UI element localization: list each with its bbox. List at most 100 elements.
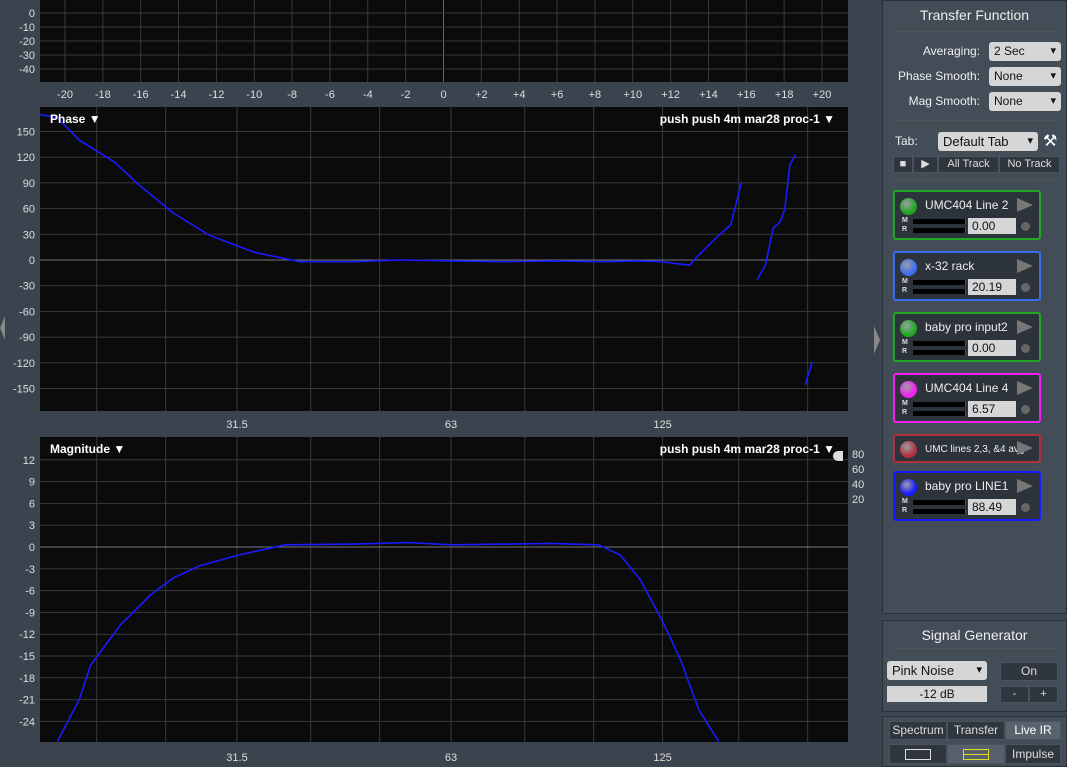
all-track-button[interactable]: All Track bbox=[938, 156, 999, 173]
phase-trace-selector[interactable]: push push 4m mar28 proc-1 ▼ bbox=[660, 112, 835, 126]
stop-button[interactable]: ■ bbox=[893, 156, 913, 173]
status-led bbox=[1021, 222, 1030, 231]
split-view-button[interactable] bbox=[947, 744, 1005, 764]
left-collapse-handle[interactable] bbox=[0, 316, 5, 340]
x-tick-label: +20 bbox=[813, 89, 832, 101]
y-tick-label: -3 bbox=[25, 564, 35, 576]
meter-m bbox=[913, 500, 966, 505]
x-tick-label: +10 bbox=[623, 89, 642, 101]
track-value[interactable]: 20.19 bbox=[968, 279, 1016, 295]
play-icon[interactable] bbox=[1017, 320, 1033, 334]
play-icon[interactable] bbox=[1017, 441, 1033, 455]
play-icon[interactable] bbox=[1017, 479, 1033, 493]
track-value[interactable]: 0.00 bbox=[968, 218, 1016, 234]
live-ir-mode-button[interactable]: Live IR bbox=[1005, 721, 1061, 740]
meter-m bbox=[913, 402, 966, 407]
track-color-dot[interactable] bbox=[900, 381, 917, 398]
generator-on-button[interactable]: On bbox=[1000, 662, 1058, 681]
track-value[interactable]: 0.00 bbox=[968, 340, 1016, 356]
track-value[interactable]: 88.49 bbox=[968, 499, 1016, 515]
y-tick-label: 3 bbox=[29, 520, 35, 532]
phase-smooth-select[interactable]: None bbox=[989, 67, 1061, 86]
right-collapse-handle[interactable] bbox=[874, 326, 880, 354]
meter-label-r: R bbox=[902, 348, 908, 355]
meter-label-r: R bbox=[902, 409, 908, 416]
magnitude-label[interactable]: Magnitude ▼ bbox=[50, 442, 125, 456]
level-up-button[interactable]: + bbox=[1029, 686, 1058, 703]
single-pane-icon bbox=[905, 749, 931, 760]
single-view-button[interactable] bbox=[889, 744, 947, 764]
meter-label-m: M bbox=[902, 400, 908, 407]
status-led bbox=[1021, 283, 1030, 292]
y-tick-label: 12 bbox=[23, 455, 35, 467]
y-tick-label: 30 bbox=[23, 229, 35, 241]
track-name: baby pro LINE1 bbox=[925, 479, 1009, 493]
x-tick-label: -12 bbox=[208, 89, 224, 101]
x-tick-label: -10 bbox=[246, 89, 262, 101]
x-tick-label: 63 bbox=[445, 752, 457, 764]
track-1[interactable]: x-32 rack MR 20.19 bbox=[893, 251, 1041, 301]
x-tick-label: +12 bbox=[661, 89, 680, 101]
averaging-select[interactable]: 2 Sec bbox=[989, 42, 1061, 61]
transfer-mode-button[interactable]: Transfer bbox=[947, 721, 1005, 740]
y-tick-label: -30 bbox=[19, 281, 35, 293]
meter-r bbox=[913, 289, 966, 294]
tab-select[interactable]: Default Tab bbox=[938, 132, 1038, 151]
x-tick-label: +6 bbox=[551, 89, 564, 101]
x-tick-label: -2 bbox=[401, 89, 411, 101]
play-icon[interactable] bbox=[1017, 198, 1033, 212]
track-value[interactable]: 6.57 bbox=[968, 401, 1016, 417]
track-4[interactable]: UMC lines 2,3, &4 avg bbox=[893, 434, 1041, 463]
play-icon[interactable] bbox=[1017, 381, 1033, 395]
y-tick-label: 90 bbox=[23, 178, 35, 190]
meter-m bbox=[913, 219, 966, 224]
meter-r bbox=[913, 350, 966, 355]
track-name: UMC404 Line 4 bbox=[925, 381, 1009, 395]
no-track-button[interactable]: No Track bbox=[999, 156, 1060, 173]
play-button[interactable]: ▶ bbox=[913, 156, 938, 173]
y-tick-label: 0 bbox=[29, 255, 35, 267]
generator-level[interactable]: -12 dB bbox=[887, 686, 987, 702]
signal-generator-section: Signal Generator Pink Noise On -12 dB - … bbox=[882, 620, 1067, 712]
y-tick-label: -21 bbox=[19, 695, 35, 707]
tools-icon[interactable]: ⚒ bbox=[1043, 131, 1057, 151]
x-tick-label: 31.5 bbox=[226, 419, 247, 431]
section-title: Transfer Function bbox=[919, 7, 1030, 23]
mag-smooth-select[interactable]: None bbox=[989, 92, 1061, 111]
meter-label-r: R bbox=[902, 507, 908, 514]
signal-generator-title: Signal Generator bbox=[921, 627, 1028, 643]
track-2[interactable]: baby pro input2 MR 0.00 bbox=[893, 312, 1041, 362]
track-0[interactable]: UMC404 Line 2 MR 0.00 bbox=[893, 190, 1041, 240]
y-tick-label: -120 bbox=[13, 358, 35, 370]
play-icon[interactable] bbox=[1017, 259, 1033, 273]
y-tick-label: 150 bbox=[17, 127, 35, 139]
level-down-button[interactable]: - bbox=[1000, 686, 1029, 703]
impulse-button[interactable]: Impulse bbox=[1005, 744, 1061, 764]
transfer-function-section: Transfer Function Averaging: 2 Sec Phase… bbox=[882, 0, 1067, 614]
phase-label[interactable]: Phase ▼ bbox=[50, 112, 101, 126]
track-3[interactable]: UMC404 Line 4 MR 6.57 bbox=[893, 373, 1041, 423]
y-tick-label: 0 bbox=[29, 542, 35, 554]
meter-r bbox=[913, 228, 966, 233]
x-tick-label: -20 bbox=[57, 89, 73, 101]
averaging-label: Averaging: bbox=[922, 44, 980, 58]
track-name: UMC404 Line 2 bbox=[925, 198, 1009, 212]
track-color-dot[interactable] bbox=[900, 198, 917, 215]
phase_plot-bg bbox=[40, 107, 848, 411]
y-tick-label: -9 bbox=[25, 607, 35, 619]
x-tick-label: +14 bbox=[699, 89, 718, 101]
y-tick-label: -30 bbox=[19, 50, 35, 62]
track-color-dot[interactable] bbox=[900, 320, 917, 337]
coherence-handle[interactable] bbox=[833, 451, 843, 461]
x-tick-label: -16 bbox=[133, 89, 149, 101]
spectrum-mode-button[interactable]: Spectrum bbox=[889, 721, 947, 740]
x-tick-label: +16 bbox=[737, 89, 756, 101]
generator-type-select[interactable]: Pink Noise bbox=[887, 661, 987, 680]
track-color-dot[interactable] bbox=[900, 479, 917, 496]
track-name: UMC lines 2,3, &4 avg bbox=[925, 444, 1025, 455]
track-5[interactable]: baby pro LINE1 MR 88.49 bbox=[893, 471, 1041, 521]
y-tick-label: -15 bbox=[19, 651, 35, 663]
magnitude-trace-selector[interactable]: push push 4m mar28 proc-1 ▼ bbox=[660, 442, 835, 456]
track-color-dot[interactable] bbox=[900, 441, 917, 458]
track-color-dot[interactable] bbox=[900, 259, 917, 276]
